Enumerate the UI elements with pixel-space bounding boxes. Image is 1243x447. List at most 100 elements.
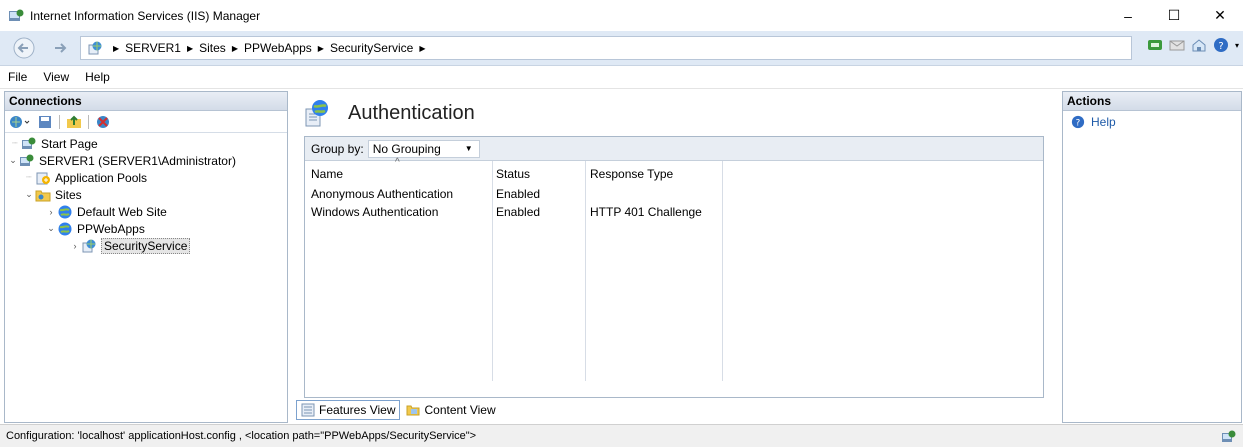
action-help-label: Help <box>1091 115 1116 129</box>
features-view-icon <box>301 403 315 417</box>
row-status: Enabled <box>496 205 541 219</box>
window-title: Internet Information Services (IIS) Mana… <box>30 8 261 23</box>
svg-text:?: ? <box>1076 119 1081 129</box>
title-bar: Internet Information Services (IIS) Mana… <box>0 0 1243 31</box>
tree-item-ppwebapps[interactable]: ⌄ PPWebApps <box>5 220 287 237</box>
app-pools-icon <box>36 172 50 184</box>
authentication-icon <box>305 100 328 127</box>
expand-chevron-icon[interactable]: › <box>69 241 81 251</box>
tree-item-label: Application Pools <box>55 170 148 185</box>
tree-item-label: SERVER1 (SERVER1\Administrator) <box>39 153 236 168</box>
column-divider <box>585 161 586 381</box>
globe-icon <box>58 222 72 235</box>
maximize-button[interactable]: ☐ <box>1151 0 1197 31</box>
row-name[interactable]: Anonymous Authentication <box>311 187 453 201</box>
up-level-icon[interactable] <box>66 114 82 130</box>
row-status: Enabled <box>496 187 541 201</box>
toolbar-divider <box>59 114 60 129</box>
address-breadcrumb[interactable]: ▶ SERVER1 ▶ Sites ▶ PPWebApps ▶ Security… <box>80 36 1132 60</box>
connections-toolbar <box>5 111 287 133</box>
column-header-name[interactable]: Name <box>311 167 343 181</box>
chevron-down-icon: ▼ <box>464 144 473 153</box>
group-by-dropdown[interactable]: No Grouping ▼ <box>367 139 480 158</box>
view-tabs: Features View Content View <box>296 399 502 421</box>
column-header-response-type[interactable]: Response Type <box>590 167 673 181</box>
breadcrumb-separator-icon: ▶ <box>419 43 426 53</box>
breadcrumb-server[interactable]: SERVER1 <box>125 41 181 55</box>
breadcrumb-securityservice[interactable]: SecurityService <box>330 41 413 55</box>
tab-label: Content View <box>424 403 496 417</box>
expand-chevron-icon[interactable]: › <box>45 207 57 217</box>
row-name[interactable]: Windows Authentication <box>311 205 438 219</box>
web-app-icon <box>88 41 102 55</box>
tree-connector: ┈ <box>12 138 18 148</box>
start-page-icon <box>22 137 36 149</box>
breadcrumb-ppwebapps[interactable]: PPWebApps <box>244 41 312 55</box>
menu-help[interactable]: Help <box>85 70 110 84</box>
save-icon[interactable] <box>37 114 53 130</box>
status-text: Configuration: 'localhost' applicationHo… <box>6 430 477 442</box>
back-button[interactable] <box>6 36 42 60</box>
home-icon[interactable] <box>1191 37 1207 53</box>
tree-item-default-web-site[interactable]: › Default Web Site <box>5 203 287 220</box>
page-title: Authentication <box>348 101 475 124</box>
tree-item-sites[interactable]: ⌄ Sites <box>5 186 287 203</box>
tree-item-securityservice[interactable]: › SecurityService <box>5 237 287 254</box>
menu-bar: File View Help <box>0 66 1243 89</box>
authentication-list: Group by: No Grouping ▼ ^ Name Status Re… <box>304 136 1044 398</box>
help-dropdown-icon[interactable]: ▾ <box>1235 41 1239 50</box>
tree-connector: ┈ <box>26 172 32 182</box>
tree-item-label: SecurityService <box>101 237 191 254</box>
column-header-status[interactable]: Status <box>496 167 530 181</box>
tab-content-view[interactable]: Content View <box>402 400 499 420</box>
list-columns: ^ Name Status Response Type Anonymous Au… <box>305 157 1043 397</box>
action-help[interactable]: ? Help <box>1063 111 1241 133</box>
globe-icon <box>58 205 72 218</box>
breadcrumb-separator-icon: ▶ <box>186 43 194 53</box>
connections-tree: ┈ Start Page ⌄ SERVER1 (SERVER1\Administ… <box>5 133 287 254</box>
row-response-type: HTTP 401 Challenge <box>590 205 702 219</box>
disconnect-icon[interactable] <box>95 114 111 130</box>
breadcrumb-separator-icon: ▶ <box>317 43 324 53</box>
content-view-icon <box>406 405 420 416</box>
minimize-button[interactable]: – <box>1105 0 1151 31</box>
connections-header: Connections <box>5 92 287 111</box>
server-icon <box>20 154 34 166</box>
svg-text:?: ? <box>1218 41 1223 52</box>
tree-item-label: Sites <box>55 187 82 202</box>
group-by-bar: Group by: No Grouping ▼ <box>305 137 1043 161</box>
help-icon: ? <box>1071 115 1085 129</box>
column-divider <box>722 161 723 381</box>
tree-item-label: Start Page <box>41 136 98 151</box>
forward-button[interactable] <box>42 36 78 60</box>
create-connection-icon[interactable] <box>9 114 31 130</box>
sites-folder-icon <box>35 190 51 201</box>
breadcrumb-separator-icon: ▶ <box>231 43 238 53</box>
address-bar: ▶ SERVER1 ▶ Sites ▶ PPWebApps ▶ Security… <box>0 31 1243 66</box>
tree-item-label: Default Web Site <box>77 204 167 219</box>
close-button[interactable]: ✕ <box>1197 0 1243 31</box>
connect-icon[interactable] <box>1147 37 1163 53</box>
back-arrow-icon <box>13 37 35 59</box>
help-icon[interactable]: ? <box>1213 37 1229 53</box>
menu-view[interactable]: View <box>43 70 69 84</box>
tree-item-application-pools[interactable]: ┈ Application Pools <box>5 169 287 186</box>
expand-chevron-icon[interactable]: ⌄ <box>7 155 19 166</box>
server-status-icon <box>1222 430 1236 442</box>
menu-file[interactable]: File <box>8 70 27 84</box>
tree-item-label: PPWebApps <box>77 221 145 236</box>
connections-pane: Connections ┈ Start Page ⌄ SERVER1 (SERV… <box>4 91 288 423</box>
sort-indicator-icon: ^ <box>395 157 400 168</box>
feature-pane: Authentication Group by: No Grouping ▼ ^… <box>290 91 1060 423</box>
tab-label: Features View <box>319 403 396 417</box>
mail-icon[interactable] <box>1169 37 1185 53</box>
expand-chevron-icon[interactable]: ⌄ <box>23 189 35 200</box>
tree-item-start-page[interactable]: ┈ Start Page <box>5 135 287 152</box>
toolbar-divider <box>88 114 89 129</box>
breadcrumb-sites[interactable]: Sites <box>199 41 226 55</box>
tab-features-view[interactable]: Features View <box>296 400 401 420</box>
expand-chevron-icon[interactable]: ⌄ <box>45 223 57 234</box>
tree-item-server[interactable]: ⌄ SERVER1 (SERVER1\Administrator) <box>5 152 287 169</box>
iis-app-icon <box>9 9 24 21</box>
group-by-value: No Grouping <box>372 141 441 156</box>
